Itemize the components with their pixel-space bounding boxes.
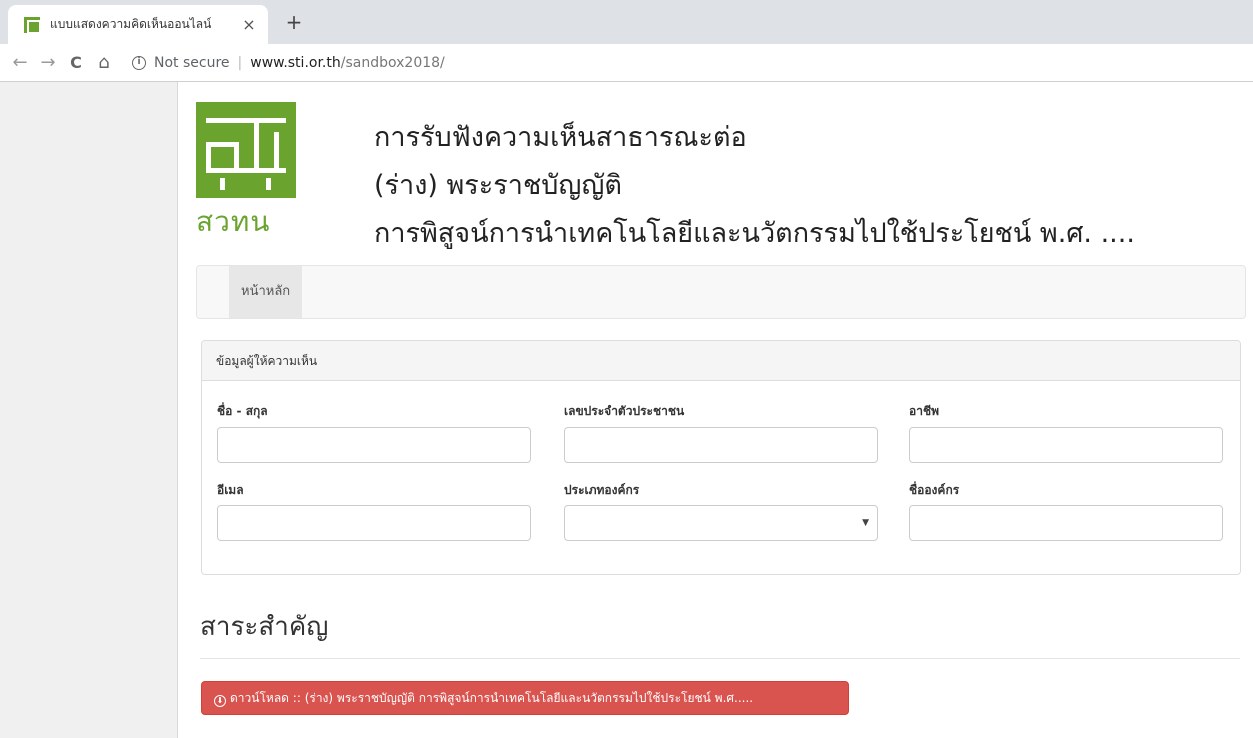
name-input[interactable] bbox=[217, 427, 531, 463]
browser-toolbar: ← → C ⌂ i Not secure | www.sti.or.th/san… bbox=[0, 44, 1253, 82]
logo-text: สวทน bbox=[196, 205, 271, 238]
page-title-line: (ร่าง) พระราชบัญญัติ bbox=[374, 170, 622, 201]
page-title-line: การรับฟังความเห็นสาธารณะต่อ bbox=[374, 122, 747, 153]
section-title: สาระสำคัญ bbox=[200, 612, 329, 642]
page-content: สวทน การรับฟังความเห็นสาธารณะต่อ (ร่าง) … bbox=[0, 82, 1253, 738]
tab-title: แบบแสดงความคิดเห็นออนไลน์ bbox=[50, 17, 212, 31]
download-circle-icon: ⬇ bbox=[214, 695, 226, 707]
address-bar[interactable]: i Not secure | www.sti.or.th/sandbox2018… bbox=[132, 55, 445, 71]
caret-down-icon: ▼ bbox=[862, 518, 869, 528]
panel-heading: ข้อมูลผู้ให้ความเห็น bbox=[202, 341, 1240, 381]
tab-strip: แบบแสดงความคิดเห็นออนไลน์ × + bbox=[0, 0, 1253, 44]
page-title-line: การพิสูจน์การนำเทคโนโลยีและนวัตกรรมไปใช้… bbox=[374, 218, 1135, 249]
reload-icon[interactable]: C bbox=[62, 53, 90, 72]
nav-item-home[interactable]: หน้าหลัก bbox=[229, 266, 303, 318]
close-icon[interactable]: × bbox=[240, 15, 258, 34]
download-draft-button[interactable]: ⬇ ดาวน์โหลด :: (ร่าง) พระราชบัญญัติ การพิ… bbox=[201, 681, 849, 715]
org-name-label: ชื่อองค์กร bbox=[909, 483, 960, 497]
forward-icon[interactable]: → bbox=[34, 52, 62, 73]
new-tab-button[interactable]: + bbox=[282, 10, 306, 34]
org-name-input[interactable] bbox=[909, 505, 1223, 541]
national-id-input[interactable] bbox=[564, 427, 878, 463]
info-icon[interactable]: i bbox=[132, 55, 146, 70]
home-icon[interactable]: ⌂ bbox=[90, 52, 118, 73]
download-label: ดาวน์โหลด :: (ร่าง) พระราชบัญญัติ การพิส… bbox=[230, 691, 754, 705]
section-divider bbox=[200, 658, 1240, 659]
left-gutter bbox=[0, 82, 178, 738]
back-icon[interactable]: ← bbox=[6, 52, 34, 73]
url-host: www.sti.or.th bbox=[250, 54, 341, 71]
email-label: อีเมล bbox=[217, 483, 244, 497]
occupation-label: อาชีพ bbox=[909, 404, 939, 418]
email-input[interactable] bbox=[217, 505, 531, 541]
page-title: การรับฟังความเห็นสาธารณะต่อ (ร่าง) พระรา… bbox=[374, 114, 1135, 258]
main-navbar: หน้าหลัก bbox=[196, 265, 1246, 319]
url-path: /sandbox2018/ bbox=[340, 54, 445, 71]
national-id-label: เลขประจำตัวประชาชน bbox=[564, 404, 685, 418]
browser-tab[interactable]: แบบแสดงความคิดเห็นออนไลน์ × bbox=[8, 5, 268, 44]
org-type-select[interactable]: ▼ bbox=[564, 505, 878, 541]
commenter-info-panel: ข้อมูลผู้ให้ความเห็น ชื่อ - สกุล เลขประจ… bbox=[201, 340, 1241, 575]
org-type-label: ประเภทองค์กร bbox=[564, 483, 640, 497]
name-label: ชื่อ - สกุล bbox=[217, 404, 268, 418]
url-separator: | bbox=[237, 54, 243, 71]
security-status: Not secure bbox=[154, 54, 230, 71]
site-favicon-icon bbox=[24, 16, 41, 34]
occupation-input[interactable] bbox=[909, 427, 1223, 463]
